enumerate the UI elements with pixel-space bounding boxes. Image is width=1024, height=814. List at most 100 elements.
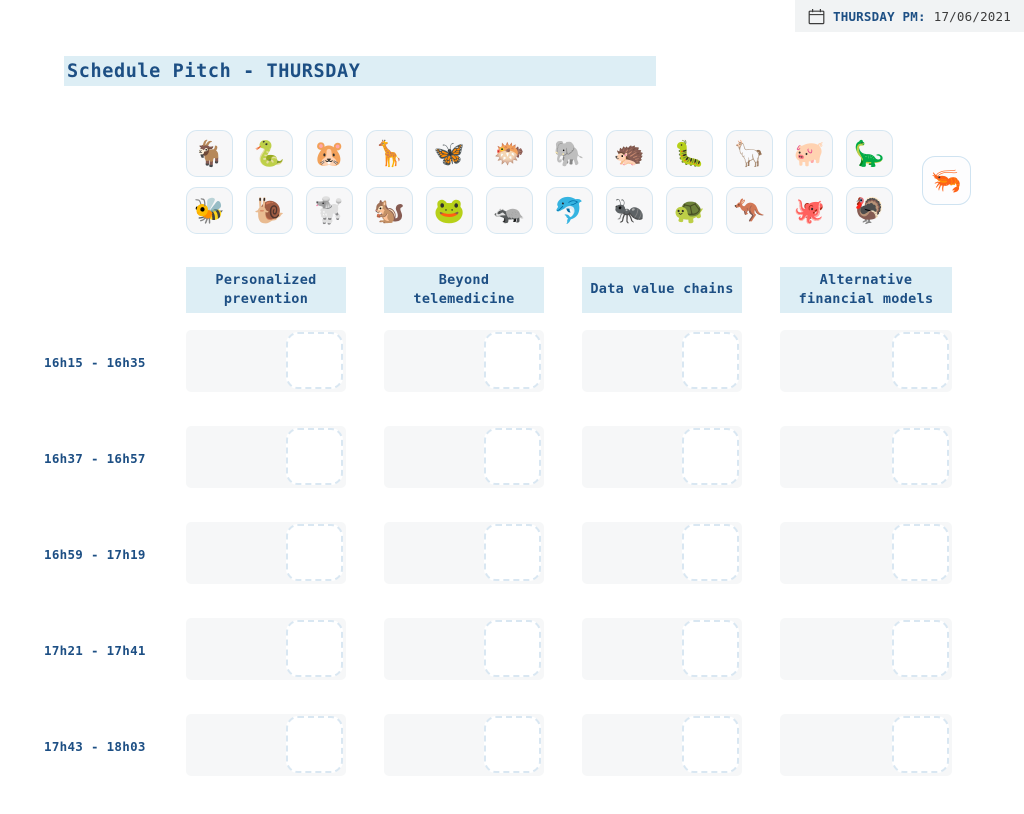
avatar-snake[interactable]: 🐍 — [246, 130, 293, 177]
schedule-cell[interactable] — [780, 714, 952, 777]
schedule-rows: 16h15 - 16h35 16h37 - 16h57 16h59 - 17h19 1… — [0, 313, 1024, 793]
dropzone[interactable] — [892, 332, 949, 390]
avatar-row-1: 🐐 🐍 🐹 🦒 🦋 🐡 🐘 🦔 🐛 🦙 🐖 🦕 — [186, 130, 906, 177]
schedule-row-cells — [186, 618, 952, 681]
date-day-label: THURSDAY PM: — [833, 8, 926, 24]
dropzone[interactable] — [286, 332, 343, 390]
column-header-label: Data value chains — [590, 281, 734, 298]
column-header-1: Beyond telemedicine — [384, 267, 544, 314]
schedule-cell[interactable] — [582, 618, 742, 681]
schedule-cell[interactable] — [582, 522, 742, 585]
avatar-octopus[interactable]: 🐙 — [786, 187, 833, 234]
dropzone[interactable] — [484, 524, 541, 582]
date-badge: THURSDAY PM: 17/06/2021 — [795, 0, 1024, 32]
avatar-badger[interactable]: 🦡 — [486, 187, 533, 234]
schedule-row-cells — [186, 714, 952, 777]
dropzone[interactable] — [682, 524, 739, 582]
avatar-pig[interactable]: 🐖 — [786, 130, 833, 177]
avatar-blowfish[interactable]: 🐡 — [486, 130, 533, 177]
time-slot-label: 16h37 - 16h57 — [0, 448, 186, 467]
avatar-goat[interactable]: 🐐 — [186, 130, 233, 177]
avatar-dolphin[interactable]: 🐬 — [546, 187, 593, 234]
avatar-shrimp-selected[interactable]: 🦐 — [922, 156, 971, 205]
time-slot-text: 16h15 - 16h35 — [44, 354, 146, 370]
dropzone[interactable] — [892, 524, 949, 582]
dropzone[interactable] — [682, 716, 739, 774]
schedule-cell[interactable] — [186, 522, 346, 585]
schedule-cell[interactable] — [186, 426, 346, 489]
avatar-snail[interactable]: 🐌 — [246, 187, 293, 234]
column-header-3: Alternative financial models — [780, 267, 952, 314]
dropzone[interactable] — [682, 620, 739, 678]
avatar-kangaroo[interactable]: 🦘 — [726, 187, 773, 234]
avatar-giraffe[interactable]: 🦒 — [366, 130, 413, 177]
schedule-cell[interactable] — [384, 330, 544, 393]
schedule-cell[interactable] — [186, 714, 346, 777]
column-header-label: Alternative financial models — [798, 272, 934, 308]
schedule-cell[interactable] — [582, 426, 742, 489]
avatar-poodle[interactable]: 🐩 — [306, 187, 353, 234]
schedule-cell[interactable] — [780, 618, 952, 681]
avatar-row-2: 🐝 🐌 🐩 🐿️ 🐸 🦡 🐬 🐜 🐢 🦘 🐙 🦃 — [186, 187, 906, 234]
time-slot-label: 16h59 - 17h19 — [0, 544, 186, 563]
schedule-cell[interactable] — [780, 330, 952, 393]
schedule-cell[interactable] — [384, 522, 544, 585]
avatar-chipmunk[interactable]: 🐿️ — [366, 187, 413, 234]
avatar-hamster[interactable]: 🐹 — [306, 130, 353, 177]
time-slot-text: 17h21 - 17h41 — [44, 642, 146, 658]
avatar-tray: 🐐 🐍 🐹 🦒 🦋 🐡 🐘 🦔 🐛 🦙 🐖 🦕 🐝 🐌 🐩 🐿️ 🐸 🦡 🐬 🐜 🐢 🦘 🐙 🦃 🦐 — [186, 130, 971, 244]
schedule-cell[interactable] — [384, 714, 544, 777]
schedule-row-cells — [186, 330, 952, 393]
schedule-cell[interactable] — [384, 426, 544, 489]
schedule-cell[interactable] — [780, 426, 952, 489]
dropzone[interactable] — [286, 524, 343, 582]
time-slot-text: 16h37 - 16h57 — [44, 450, 146, 466]
dropzone[interactable] — [484, 428, 541, 486]
avatar-butterfly[interactable]: 🦋 — [426, 130, 473, 177]
page-title-text: Schedule Pitch - THURSDAY — [67, 60, 361, 82]
avatar-hedgehog[interactable]: 🦔 — [606, 130, 653, 177]
time-slot-label: 17h21 - 17h41 — [0, 640, 186, 659]
avatar-elephant[interactable]: 🐘 — [546, 130, 593, 177]
dropzone[interactable] — [892, 716, 949, 774]
time-slot-text: 16h59 - 17h19 — [44, 546, 146, 562]
schedule-cell[interactable] — [384, 618, 544, 681]
dropzone[interactable] — [892, 620, 949, 678]
avatar-bee[interactable]: 🐝 — [186, 187, 233, 234]
schedule-cell[interactable] — [780, 522, 952, 585]
dropzone[interactable] — [484, 716, 541, 774]
schedule-row: 16h15 - 16h35 — [0, 313, 1024, 409]
schedule-cell[interactable] — [186, 330, 346, 393]
column-header-2: Data value chains — [582, 267, 742, 313]
dropzone[interactable] — [484, 332, 541, 390]
calendar-icon — [808, 8, 825, 25]
avatar-caterpillar[interactable]: 🐛 — [666, 130, 713, 177]
schedule-grid: Personalized prevention Beyond telemedici… — [0, 267, 1024, 793]
schedule-pitch-page: THURSDAY PM: 17/06/2021 Schedule Pitch -… — [0, 0, 1024, 814]
avatar-llama[interactable]: 🦙 — [726, 130, 773, 177]
schedule-row: 17h21 - 17h41 — [0, 601, 1024, 697]
time-slot-text: 17h43 - 18h03 — [44, 738, 146, 754]
dropzone[interactable] — [682, 332, 739, 390]
schedule-cell[interactable] — [186, 618, 346, 681]
avatar-frog[interactable]: 🐸 — [426, 187, 473, 234]
avatar-turkey[interactable]: 🦃 — [846, 187, 893, 234]
time-slot-label: 16h15 - 16h35 — [0, 352, 186, 371]
column-header-0: Personalized prevention — [186, 267, 346, 314]
schedule-cell[interactable] — [582, 330, 742, 393]
avatar-turtle[interactable]: 🐢 — [666, 187, 713, 234]
schedule-row-cells — [186, 522, 952, 585]
schedule-row: 17h43 - 18h03 — [0, 697, 1024, 793]
page-title: Schedule Pitch - THURSDAY — [64, 56, 656, 86]
column-header-label: Personalized prevention — [215, 272, 317, 308]
schedule-cell[interactable] — [582, 714, 742, 777]
dropzone[interactable] — [682, 428, 739, 486]
dropzone[interactable] — [484, 620, 541, 678]
dropzone[interactable] — [892, 428, 949, 486]
dropzone[interactable] — [286, 428, 343, 486]
schedule-column-headers: Personalized prevention Beyond telemedici… — [0, 267, 1024, 314]
avatar-ant[interactable]: 🐜 — [606, 187, 653, 234]
dropzone[interactable] — [286, 716, 343, 774]
avatar-sauropod[interactable]: 🦕 — [846, 130, 893, 177]
dropzone[interactable] — [286, 620, 343, 678]
